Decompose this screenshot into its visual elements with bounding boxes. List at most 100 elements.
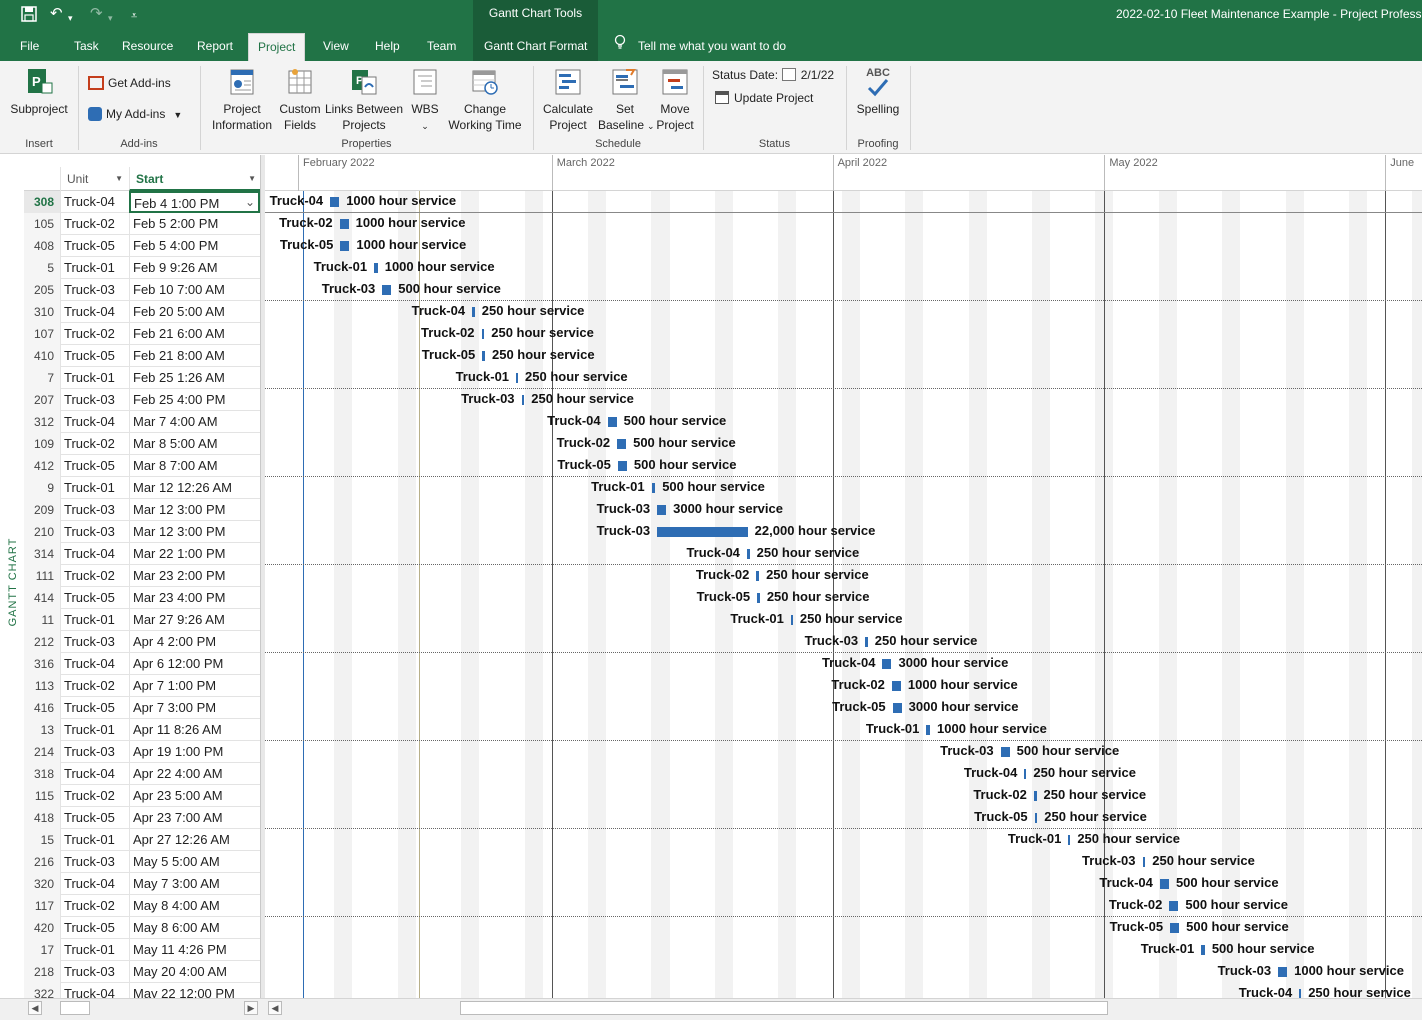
cell-unit[interactable]: Truck-03: [60, 741, 129, 763]
cell-unit[interactable]: Truck-04: [60, 653, 129, 675]
row-id[interactable]: 207: [24, 389, 60, 411]
task-bar[interactable]: [757, 593, 760, 603]
row-id[interactable]: 214: [24, 741, 60, 763]
table-row[interactable]: 9 Truck-01 Mar 12 12:26 AM: [24, 477, 262, 499]
cell-start[interactable]: Mar 12 3:00 PM: [129, 499, 260, 521]
spelling-button[interactable]: ABC Spelling: [852, 64, 904, 117]
row-id[interactable]: 412: [24, 455, 60, 477]
row-id[interactable]: 218: [24, 961, 60, 983]
task-bar[interactable]: [1169, 901, 1179, 911]
task-bar[interactable]: [1068, 835, 1071, 845]
cell-unit[interactable]: Truck-03: [60, 389, 129, 411]
cell-unit[interactable]: Truck-03: [60, 499, 129, 521]
cell-start[interactable]: Feb 21 8:00 AM: [129, 345, 260, 367]
cell-start[interactable]: May 8 4:00 AM: [129, 895, 260, 917]
sheet-scroll-thumb[interactable]: [60, 1001, 90, 1015]
cell-start[interactable]: Mar 22 1:00 PM: [129, 543, 260, 565]
row-id[interactable]: 322: [24, 983, 60, 998]
task-bar[interactable]: [865, 637, 868, 647]
task-bar[interactable]: [340, 241, 350, 251]
table-row[interactable]: 11 Truck-01 Mar 27 9:26 AM: [24, 609, 262, 631]
cell-unit[interactable]: Truck-04: [60, 763, 129, 785]
task-bar[interactable]: [790, 615, 793, 625]
move-project-button[interactable]: Move Project: [652, 64, 698, 133]
task-bar[interactable]: [472, 307, 475, 317]
change-working-time-button[interactable]: Change Working Time: [446, 64, 524, 133]
row-id[interactable]: 15: [24, 829, 60, 851]
task-bar[interactable]: [607, 417, 617, 427]
cell-unit[interactable]: Truck-02: [60, 565, 129, 587]
table-row[interactable]: 15 Truck-01 Apr 27 12:26 AM: [24, 829, 262, 851]
row-id[interactable]: 115: [24, 785, 60, 807]
cell-start[interactable]: Mar 12 3:00 PM: [129, 521, 260, 543]
table-row[interactable]: 212 Truck-03 Apr 4 2:00 PM: [24, 631, 262, 653]
row-id[interactable]: 410: [24, 345, 60, 367]
task-bar[interactable]: [482, 351, 485, 361]
cell-start[interactable]: Feb 9 9:26 AM: [129, 257, 260, 279]
cell-start[interactable]: Feb 25 1:26 AM: [129, 367, 260, 389]
cell-start[interactable]: Apr 7 1:00 PM: [129, 675, 260, 697]
tab-project[interactable]: Project: [248, 33, 306, 61]
table-row[interactable]: 218 Truck-03 May 20 4:00 AM: [24, 961, 262, 983]
cell-unit[interactable]: Truck-01: [60, 939, 129, 961]
cell-start[interactable]: Apr 7 3:00 PM: [129, 697, 260, 719]
status-date-field[interactable]: Status Date: 2/1/22: [712, 68, 834, 82]
row-id[interactable]: 7: [24, 367, 60, 389]
cell-start[interactable]: May 22 12:00 PM: [129, 983, 260, 998]
cell-start[interactable]: Mar 8 5:00 AM: [129, 433, 260, 455]
customize-qat-icon[interactable]: ⩡: [131, 7, 137, 25]
cell-start[interactable]: Feb 10 7:00 AM: [129, 279, 260, 301]
row-id[interactable]: 314: [24, 543, 60, 565]
table-row[interactable]: 105 Truck-02 Feb 5 2:00 PM: [24, 213, 262, 235]
cell-unit[interactable]: Truck-02: [60, 323, 129, 345]
cell-start[interactable]: Apr 19 1:00 PM: [129, 741, 260, 763]
cell-unit[interactable]: Truck-04: [60, 543, 129, 565]
task-bar[interactable]: [516, 373, 519, 383]
task-bar[interactable]: [1033, 791, 1037, 801]
table-row[interactable]: 322 Truck-04 May 22 12:00 PM: [24, 983, 262, 998]
task-bar[interactable]: [1299, 989, 1302, 998]
get-addins-button[interactable]: Get Add-ins: [88, 75, 171, 91]
row-id[interactable]: 11: [24, 609, 60, 631]
row-id[interactable]: 209: [24, 499, 60, 521]
task-bar[interactable]: [756, 571, 760, 581]
row-id[interactable]: 117: [24, 895, 60, 917]
table-row[interactable]: 7 Truck-01 Feb 25 1:26 AM: [24, 367, 262, 389]
cell-start[interactable]: Mar 12 12:26 AM: [129, 477, 260, 499]
column-header-start[interactable]: Start ▼: [129, 167, 260, 191]
my-addins-button[interactable]: My Add-ins ▼: [88, 106, 182, 122]
project-information-button[interactable]: Project Information: [208, 64, 276, 133]
undo-icon[interactable]: ↶: [50, 5, 63, 23]
cell-unit[interactable]: Truck-04: [60, 301, 129, 323]
wbs-button[interactable]: WBS ⌄: [404, 64, 446, 134]
cell-unit[interactable]: Truck-02: [60, 785, 129, 807]
table-row[interactable]: 412 Truck-05 Mar 8 7:00 AM: [24, 455, 262, 477]
cell-unit[interactable]: Truck-02: [60, 675, 129, 697]
row-id[interactable]: 111: [24, 565, 60, 587]
tab-help[interactable]: Help: [375, 31, 400, 61]
table-row[interactable]: 13 Truck-01 Apr 11 8:26 AM: [24, 719, 262, 741]
row-id[interactable]: 9: [24, 477, 60, 499]
cell-unit[interactable]: Truck-05: [60, 345, 129, 367]
cell-unit[interactable]: Truck-01: [60, 367, 129, 389]
table-row[interactable]: 416 Truck-05 Apr 7 3:00 PM: [24, 697, 262, 719]
task-bar[interactable]: [382, 285, 392, 295]
cell-start[interactable]: May 8 6:00 AM: [129, 917, 260, 939]
task-bar[interactable]: [1159, 879, 1169, 889]
cell-start[interactable]: Feb 20 5:00 AM: [129, 301, 260, 323]
update-project-button[interactable]: Update Project: [715, 91, 813, 105]
tab-view[interactable]: View: [323, 31, 349, 61]
cell-start[interactable]: Mar 23 4:00 PM: [129, 587, 260, 609]
row-id[interactable]: 113: [24, 675, 60, 697]
row-id[interactable]: 17: [24, 939, 60, 961]
table-row[interactable]: 109 Truck-02 Mar 8 5:00 AM: [24, 433, 262, 455]
cell-start[interactable]: May 20 4:00 AM: [129, 961, 260, 983]
table-row[interactable]: 209 Truck-03 Mar 12 3:00 PM: [24, 499, 262, 521]
row-id[interactable]: 205: [24, 279, 60, 301]
tab-file[interactable]: File: [20, 31, 39, 61]
cell-unit[interactable]: Truck-04: [60, 411, 129, 433]
table-row[interactable]: 308 Truck-04 Feb 4 1:00 PM ⌄: [24, 191, 262, 213]
cell-unit[interactable]: Truck-01: [60, 609, 129, 631]
row-id[interactable]: 318: [24, 763, 60, 785]
cell-start[interactable]: Apr 27 12:26 AM: [129, 829, 260, 851]
